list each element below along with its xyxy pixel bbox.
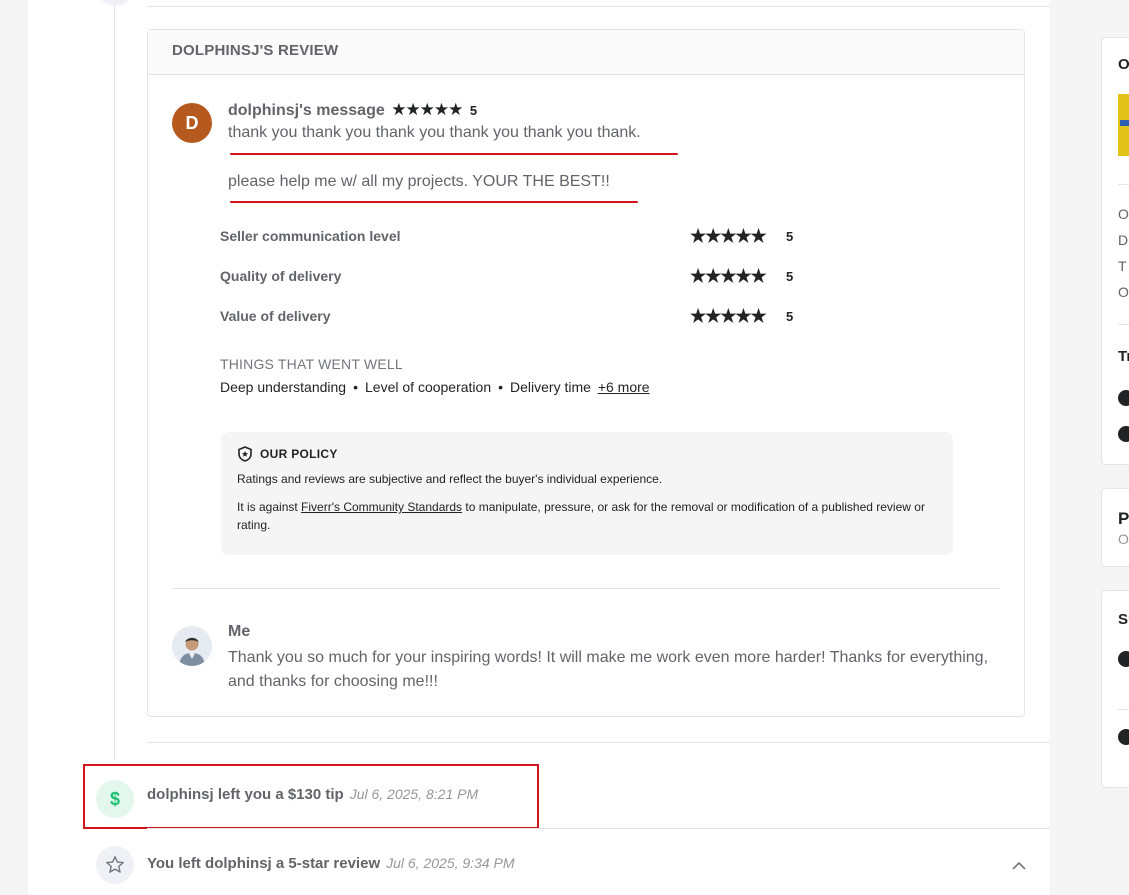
thumbnail-detail (1120, 120, 1129, 126)
rating-row: Quality of delivery ★★★★★ 5 (220, 266, 800, 288)
card-heading: O (1118, 56, 1129, 73)
rating-label: Seller communication level (220, 228, 401, 244)
support-card: Su (1101, 590, 1129, 788)
divider (147, 6, 1050, 7)
review-message-line: thank you thank you thank you thank you … (228, 124, 641, 141)
detail-label: O (1118, 284, 1129, 300)
seller-avatar (172, 626, 212, 666)
policy-box: OUR POLICY Ratings and reviews are subje… (221, 432, 953, 555)
overall-rating-value: 5 (469, 103, 478, 118)
highlight-box (83, 764, 539, 829)
sidebar-card: P O (1101, 488, 1129, 567)
shield-icon (238, 446, 252, 462)
show-more-link[interactable]: +6 more (598, 379, 650, 395)
highlight-underline (230, 201, 638, 203)
review-event[interactable]: You left dolphinsj a 5-star review Jul 6,… (147, 855, 515, 872)
rating-value: 5 (786, 269, 794, 284)
policy-text: It is against Fiverr's Community Standar… (237, 500, 925, 532)
rating-row: Seller communication level ★★★★★ 5 (220, 226, 800, 248)
rating-row: Value of delivery ★★★★★ 5 (220, 306, 800, 328)
card-heading: Su (1118, 611, 1129, 628)
bullet: • (353, 379, 359, 395)
timeline-line (114, 0, 115, 760)
policy-title: OUR POLICY (237, 446, 937, 462)
tag: Delivery time (510, 379, 591, 395)
rating-label: Value of delivery (220, 308, 331, 324)
divider (1118, 709, 1129, 710)
star-rating-icon: ★★★★★ (690, 226, 767, 246)
message-header: dolphinsj's message ★★★★★ 5 (228, 100, 477, 120)
event-time: Jul 6, 2025, 9:34 PM (386, 855, 515, 871)
star-rating-icon: ★★★★★ (391, 100, 463, 119)
community-standards-link[interactable]: Fiverr's Community Standards (301, 500, 462, 514)
divider (172, 588, 1000, 589)
event-label: You left dolphinsj a 5-star review (147, 855, 381, 872)
policy-text: Ratings and reviews are subjective and r… (237, 472, 663, 486)
detail-label: D (1118, 232, 1129, 248)
divider (147, 742, 1050, 743)
divider (1118, 184, 1129, 185)
tag: Level of cooperation (365, 379, 492, 395)
detail-label: O (1118, 206, 1129, 222)
things-went-well-list: Deep understanding • Level of cooperation •… (220, 379, 650, 395)
check-icon (1118, 426, 1129, 442)
order-details-card: O O D T O Tr (1101, 37, 1129, 465)
review-message-line: please help me w/ all my projects. YOUR … (228, 173, 610, 190)
message-title: dolphinsj's message (228, 102, 385, 119)
card-heading: Tr (1118, 348, 1129, 365)
review-card: DOLPHINSJ'S REVIEW D dolphinsj's message… (147, 29, 1025, 717)
card-subtext: O (1118, 531, 1129, 547)
reply-author: Me (228, 623, 251, 640)
chevron-up-icon[interactable] (1012, 861, 1026, 871)
reply-text: Thank you so much for your inspiring wor… (228, 649, 989, 690)
rating-value: 5 (786, 309, 794, 324)
gig-thumbnail[interactable] (1118, 94, 1129, 156)
star-rating-icon: ★★★★★ (690, 306, 767, 326)
divider (147, 828, 1050, 829)
things-went-well-title: THINGS THAT WENT WELL (220, 356, 403, 372)
support-icon[interactable] (1118, 729, 1129, 745)
bullet: • (498, 379, 504, 395)
person-photo-icon (172, 626, 212, 666)
buyer-avatar: D (172, 103, 212, 143)
support-icon[interactable] (1118, 651, 1129, 667)
highlight-underline (230, 153, 678, 155)
divider (1118, 324, 1129, 325)
check-icon (1118, 390, 1129, 406)
star-outline-icon (96, 846, 134, 884)
review-header: DOLPHINSJ'S REVIEW (148, 30, 1024, 75)
rating-value: 5 (786, 229, 794, 244)
tag: Deep understanding (220, 379, 347, 395)
rating-label: Quality of delivery (220, 268, 342, 284)
card-heading: P (1118, 509, 1129, 528)
star-rating-icon: ★★★★★ (690, 266, 767, 286)
detail-label: T (1118, 258, 1127, 274)
